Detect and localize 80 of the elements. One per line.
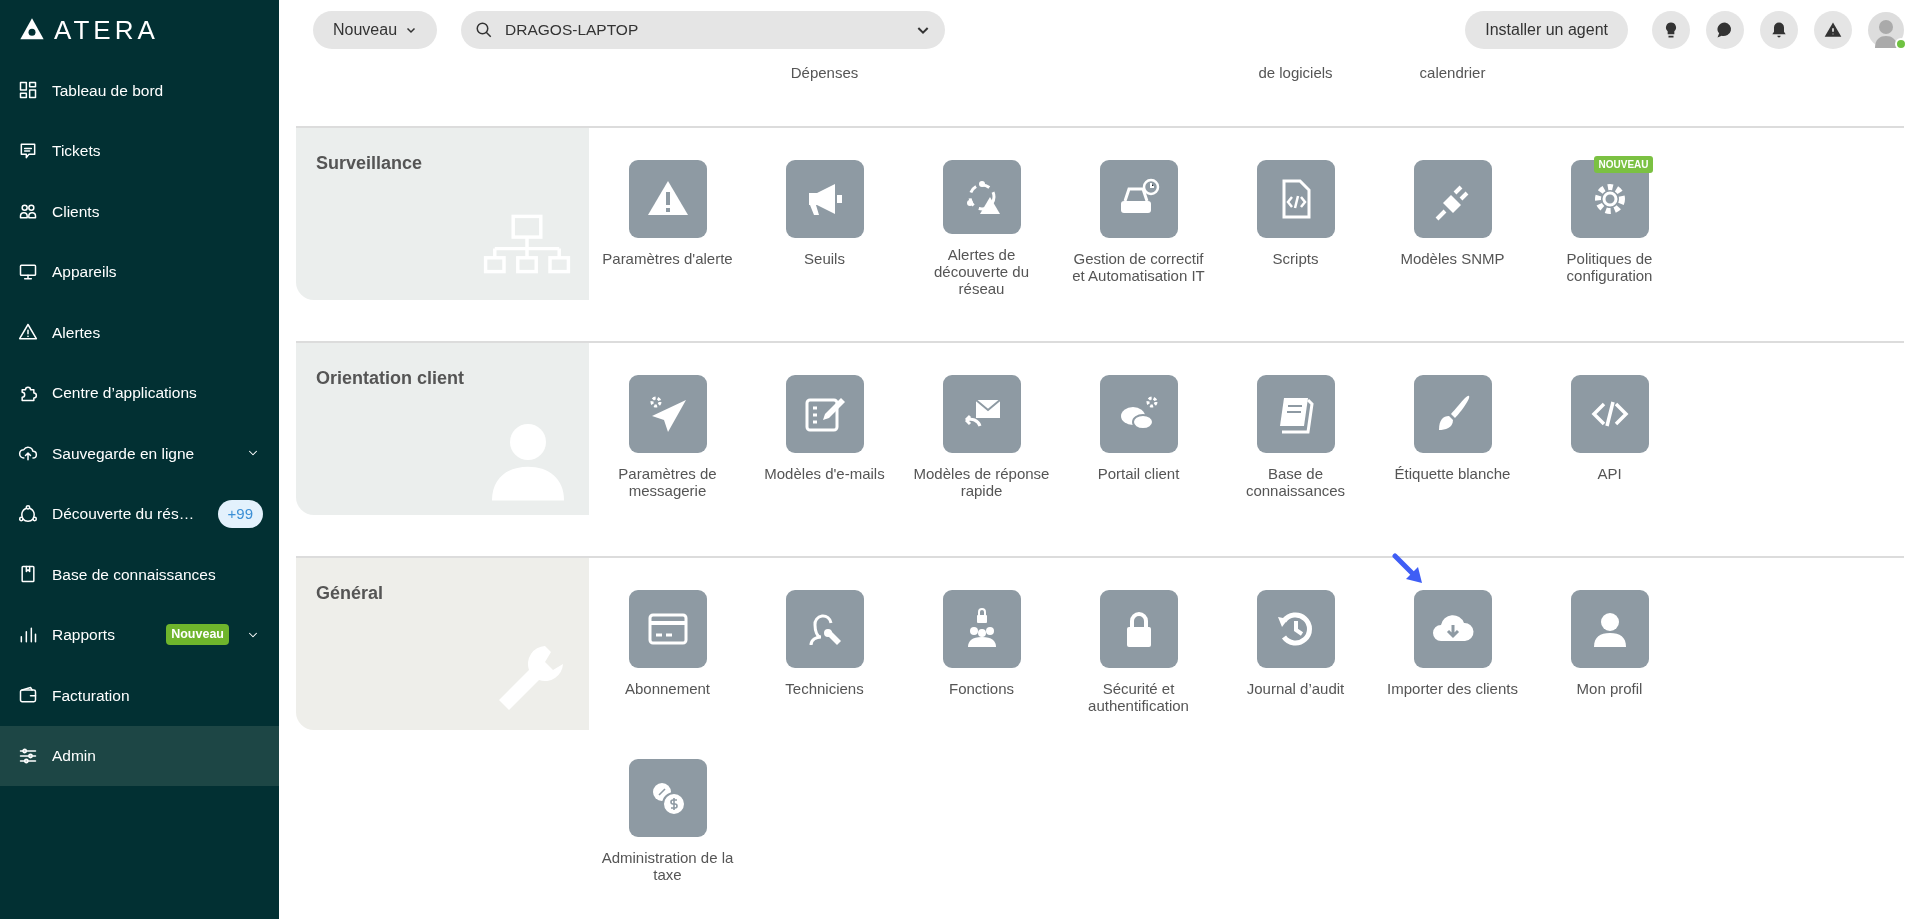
search-input[interactable]: DRAGOS-LAPTOP (503, 17, 906, 43)
chat-button[interactable] (1706, 11, 1744, 49)
search-field[interactable]: DRAGOS-LAPTOP (461, 11, 946, 49)
settings-tile[interactable] (1570, 590, 1649, 668)
tile-label: Administration de la taxe (600, 849, 735, 883)
sidebar-item[interactable]: Facturation (0, 665, 279, 726)
settings-tile[interactable] (942, 160, 1021, 234)
tile-label: Paramètres d'alerte (601, 250, 734, 267)
warning-button[interactable] (1814, 11, 1852, 49)
settings-tile[interactable] (785, 590, 864, 668)
settings-tile[interactable] (942, 375, 1021, 453)
settings-tile[interactable] (1256, 375, 1335, 453)
tile-label: Portail client (1096, 465, 1181, 482)
settings-tile[interactable] (1413, 590, 1492, 668)
settings-tile[interactable] (1413, 375, 1492, 453)
sidebar-item[interactable]: Tickets (0, 120, 279, 181)
settings-tile[interactable] (628, 375, 707, 453)
sidebar-item[interactable]: Centre d’applications (0, 362, 279, 423)
tile-label: Journal d’audit (1245, 680, 1346, 697)
tile-label: Fonctions (947, 680, 1015, 697)
item-label: de logiciels (1258, 64, 1333, 81)
settings-tile[interactable] (1570, 375, 1649, 453)
sidebar-item[interactable]: Base de connaissances (0, 544, 279, 605)
settings-tile[interactable] (785, 160, 864, 238)
tile-label: Politiques de configuration (1565, 250, 1654, 284)
sidebar-item[interactable]: Clients (0, 181, 279, 242)
sidebar-item[interactable]: Rapports Nouveau (0, 604, 279, 665)
settings-tile[interactable] (1099, 375, 1178, 453)
dashboard-icon (18, 80, 38, 101)
settings-tile[interactable] (1256, 590, 1335, 668)
logo-text: ATERA (54, 13, 159, 47)
search-icon (475, 21, 494, 39)
tile-label: Importer des clients (1386, 680, 1519, 697)
settings-tile[interactable] (628, 160, 707, 238)
tile-label: Mon profil (1575, 680, 1644, 697)
tile-label: Base de connaissances (1244, 465, 1347, 499)
tile-label: Modèles de réponse rapide (912, 465, 1051, 499)
settings-tile[interactable] (942, 590, 1021, 668)
settings-tile[interactable] (628, 590, 707, 668)
tile-label: Seuils (803, 250, 846, 267)
tile-label: Gestion de correctif et Automatisation IT (1071, 250, 1206, 284)
settings-tile[interactable] (1099, 590, 1178, 668)
warning-icon (1823, 20, 1843, 40)
tile-label: Techniciens (784, 680, 865, 697)
sidebar-item[interactable]: Appareils (0, 241, 279, 302)
avatar[interactable] (1868, 12, 1904, 48)
new-dropdown[interactable]: Nouveau (313, 11, 438, 49)
tile-label: Abonnement (623, 680, 712, 697)
tile-label: Alertes de découverte du réseau (932, 246, 1031, 297)
section-title: Surveillance (316, 152, 424, 175)
section-title: Général (316, 582, 385, 605)
tile-label: API (1596, 465, 1623, 482)
new-tag: Nouveau (166, 624, 229, 646)
sidebar-item[interactable]: Tableau de bord (0, 60, 279, 121)
sidebar-item[interactable]: Découverte du rés… +99 (0, 483, 279, 544)
item-label: Dépenses (790, 64, 859, 81)
tile-label: Scripts (1271, 250, 1320, 267)
settings-tile[interactable] (785, 375, 864, 453)
lightbulb-button[interactable] (1652, 11, 1690, 49)
settings-tile[interactable] (1256, 160, 1335, 238)
tile-label: Sécurité et authentification (1087, 680, 1190, 714)
book-icon (18, 564, 38, 585)
sidebar-item[interactable]: Admin (0, 725, 279, 786)
tile-label: Modèles d'e-mails (763, 465, 886, 482)
item-label: calendrier (1419, 64, 1486, 81)
bell-button[interactable] (1760, 11, 1798, 49)
tile-label: Étiquette blanche (1393, 465, 1512, 482)
tile-label: Paramètres de messagerie (617, 465, 718, 499)
settings-tile[interactable] (628, 759, 707, 837)
settings-tile[interactable] (1099, 160, 1178, 238)
sidebar-item[interactable]: Alertes (0, 302, 279, 363)
settings-tile[interactable] (1413, 160, 1492, 238)
install-agent-button[interactable]: Installer un agent (1465, 11, 1628, 49)
sidebar-item[interactable]: Sauvegarde en ligne (0, 423, 279, 484)
network-icon (18, 503, 38, 524)
tile-label: Modèles SNMP (1399, 250, 1506, 267)
count-badge: +99 (217, 499, 263, 528)
person-silhouette-icon (1873, 18, 1899, 48)
new-badge: NOUVEAU (1594, 156, 1653, 173)
section-title: Orientation client (316, 367, 466, 390)
